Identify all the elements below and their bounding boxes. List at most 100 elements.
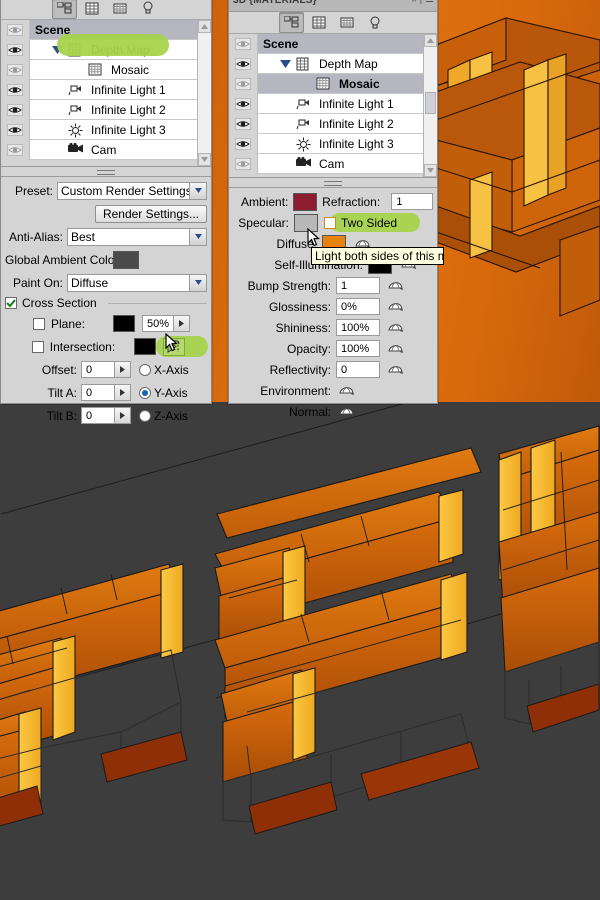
scene-tree-row[interactable]: Mosaic <box>229 74 424 94</box>
scroll-up-button[interactable] <box>424 34 437 47</box>
scene-tree-row-label-cell[interactable]: Infinite Light 2 <box>30 100 198 120</box>
scene-tree-row-label-cell[interactable]: Scene <box>258 34 424 54</box>
opacity-field[interactable]: 100% <box>336 340 380 357</box>
normal-texture-icon[interactable] <box>338 403 355 421</box>
visibility-eye-icon[interactable] <box>1 100 30 120</box>
scene-tree-row[interactable]: Infinite Light 1 <box>1 80 198 100</box>
environment-texture-icon[interactable] <box>338 382 355 400</box>
disclosure-triangle-icon[interactable] <box>280 59 291 71</box>
visibility-eye-icon[interactable] <box>229 74 258 94</box>
scene-tree-row[interactable]: Cam <box>1 140 198 160</box>
visibility-eye-icon[interactable] <box>229 134 258 154</box>
chevron-down-icon[interactable] <box>189 228 206 245</box>
visibility-eye-icon[interactable] <box>229 154 258 174</box>
refraction-field[interactable]: 1 <box>391 193 433 210</box>
left-scene-tree[interactable]: SceneDepth MapMosaicInfinite Light 1Infi… <box>1 20 211 166</box>
bump-strength-field[interactable]: 1 <box>336 277 380 294</box>
scene-tree-row[interactable]: Infinite Light 1 <box>229 94 424 114</box>
scene-tree-row-label-cell[interactable]: Infinite Light 2 <box>258 114 424 134</box>
offset-field[interactable]: 0 <box>81 361 131 378</box>
global-ambient-color-swatch[interactable] <box>113 250 139 269</box>
visibility-eye-icon[interactable] <box>1 20 30 40</box>
spinner-icon[interactable] <box>114 385 130 400</box>
reflectivity-texture-icon[interactable] <box>387 361 404 379</box>
scene-filter-icon[interactable] <box>51 0 77 19</box>
scene-tree-row-label-cell[interactable]: Infinite Light 1 <box>30 80 198 100</box>
visibility-eye-icon[interactable] <box>1 120 30 140</box>
tilt-a-field[interactable]: 0 <box>81 384 131 401</box>
opacity-texture-icon[interactable] <box>387 340 404 358</box>
visibility-eye-icon[interactable] <box>229 94 258 114</box>
visibility-eye-icon[interactable] <box>229 54 258 74</box>
right-panel-splitter[interactable] <box>229 177 437 188</box>
scene-tree-row[interactable]: Infinite Light 3 <box>229 134 424 154</box>
chevron-down-icon[interactable] <box>189 182 206 199</box>
chevron-down-icon[interactable] <box>189 274 206 291</box>
spinner-icon[interactable] <box>114 362 130 377</box>
flip-section-icon[interactable] <box>162 337 185 356</box>
right-panel-tabbar[interactable]: 3D {MATERIALS} » | ☰ <box>229 0 437 12</box>
scene-tree-row-label-cell[interactable]: Cam <box>258 154 424 174</box>
scene-tree-row[interactable]: Scene <box>229 34 424 54</box>
left-filter-toolbar[interactable] <box>1 0 211 20</box>
scene-filter-icon[interactable] <box>278 12 304 33</box>
panel-tab-title[interactable]: 3D {MATERIALS} <box>233 0 317 6</box>
anti-alias-select[interactable]: Best <box>67 227 207 246</box>
paint-on-select[interactable]: Diffuse <box>67 273 207 292</box>
spinner-icon[interactable] <box>114 408 130 423</box>
scene-tree-row[interactable]: Infinite Light 2 <box>1 100 198 120</box>
scene-tree-row-label-cell[interactable]: Depth Map <box>258 54 424 74</box>
spinner-icon[interactable] <box>173 316 189 331</box>
lights-filter-icon[interactable] <box>363 12 388 33</box>
specular-color-swatch[interactable] <box>294 213 318 232</box>
scene-tree-row-label-cell[interactable]: Cam <box>30 140 198 160</box>
shininess-field[interactable]: 100% <box>336 319 380 336</box>
z-axis-radio[interactable] <box>139 409 151 422</box>
shininess-texture-icon[interactable] <box>387 319 404 337</box>
plane-color-swatch[interactable] <box>113 315 135 332</box>
scene-tree-row[interactable]: Depth Map <box>229 54 424 74</box>
scene-tree-row-label-cell[interactable]: Mosaic <box>258 74 424 94</box>
visibility-eye-icon[interactable] <box>1 60 30 80</box>
right-tree-scrollbar[interactable] <box>423 34 437 177</box>
render-settings-button[interactable]: Render Settings... <box>94 204 207 223</box>
x-axis-radio[interactable] <box>139 363 151 376</box>
intersection-color-swatch[interactable] <box>134 338 156 355</box>
glossiness-field[interactable]: 0% <box>336 298 380 315</box>
visibility-eye-icon[interactable] <box>1 80 30 100</box>
lights-filter-icon[interactable] <box>136 0 161 19</box>
materials-filter-icon[interactable] <box>335 12 360 33</box>
scroll-thumb[interactable] <box>425 92 436 114</box>
panel-menu-icon[interactable]: » | ☰ <box>411 0 434 5</box>
materials-filter-icon[interactable] <box>108 0 133 19</box>
left-panel-splitter[interactable] <box>1 166 211 177</box>
scene-tree-row[interactable]: Infinite Light 2 <box>229 114 424 134</box>
mesh-filter-icon[interactable] <box>307 12 332 33</box>
visibility-eye-icon[interactable] <box>1 140 30 160</box>
mesh-filter-icon[interactable] <box>80 0 105 19</box>
cross-section-checkbox[interactable] <box>5 297 17 309</box>
tilt-b-field[interactable]: 0 <box>81 407 131 424</box>
scroll-up-button[interactable] <box>198 20 211 33</box>
visibility-eye-icon[interactable] <box>229 34 258 54</box>
y-axis-radio[interactable] <box>139 386 151 399</box>
scene-tree-row-label-cell[interactable]: Infinite Light 3 <box>30 120 198 140</box>
bump-texture-icon[interactable] <box>387 277 404 295</box>
left-tree-scrollbar[interactable] <box>197 20 211 166</box>
glossiness-texture-icon[interactable] <box>387 298 404 316</box>
intersection-checkbox[interactable] <box>32 340 44 353</box>
preset-select[interactable]: Custom Render Settings <box>57 181 207 200</box>
scroll-down-button[interactable] <box>198 153 211 166</box>
scene-tree-row-label-cell[interactable]: Infinite Light 3 <box>258 134 424 154</box>
right-scene-tree[interactable]: Scene Depth Map Mosaic Infinite Light 1 Infi… <box>229 34 437 177</box>
scroll-down-button[interactable] <box>424 164 437 177</box>
plane-opacity-field[interactable]: 50% <box>142 315 190 332</box>
scene-tree-row[interactable]: Mosaic <box>1 60 198 80</box>
reflectivity-field[interactable]: 0 <box>336 361 380 378</box>
ambient-color-swatch[interactable] <box>293 192 318 211</box>
3d-viewport[interactable] <box>0 402 600 900</box>
right-filter-toolbar[interactable] <box>229 12 437 34</box>
scene-tree-row-label-cell[interactable]: Infinite Light 1 <box>258 94 424 114</box>
scene-tree-row[interactable]: Cam <box>229 154 424 174</box>
visibility-eye-icon[interactable] <box>229 114 258 134</box>
